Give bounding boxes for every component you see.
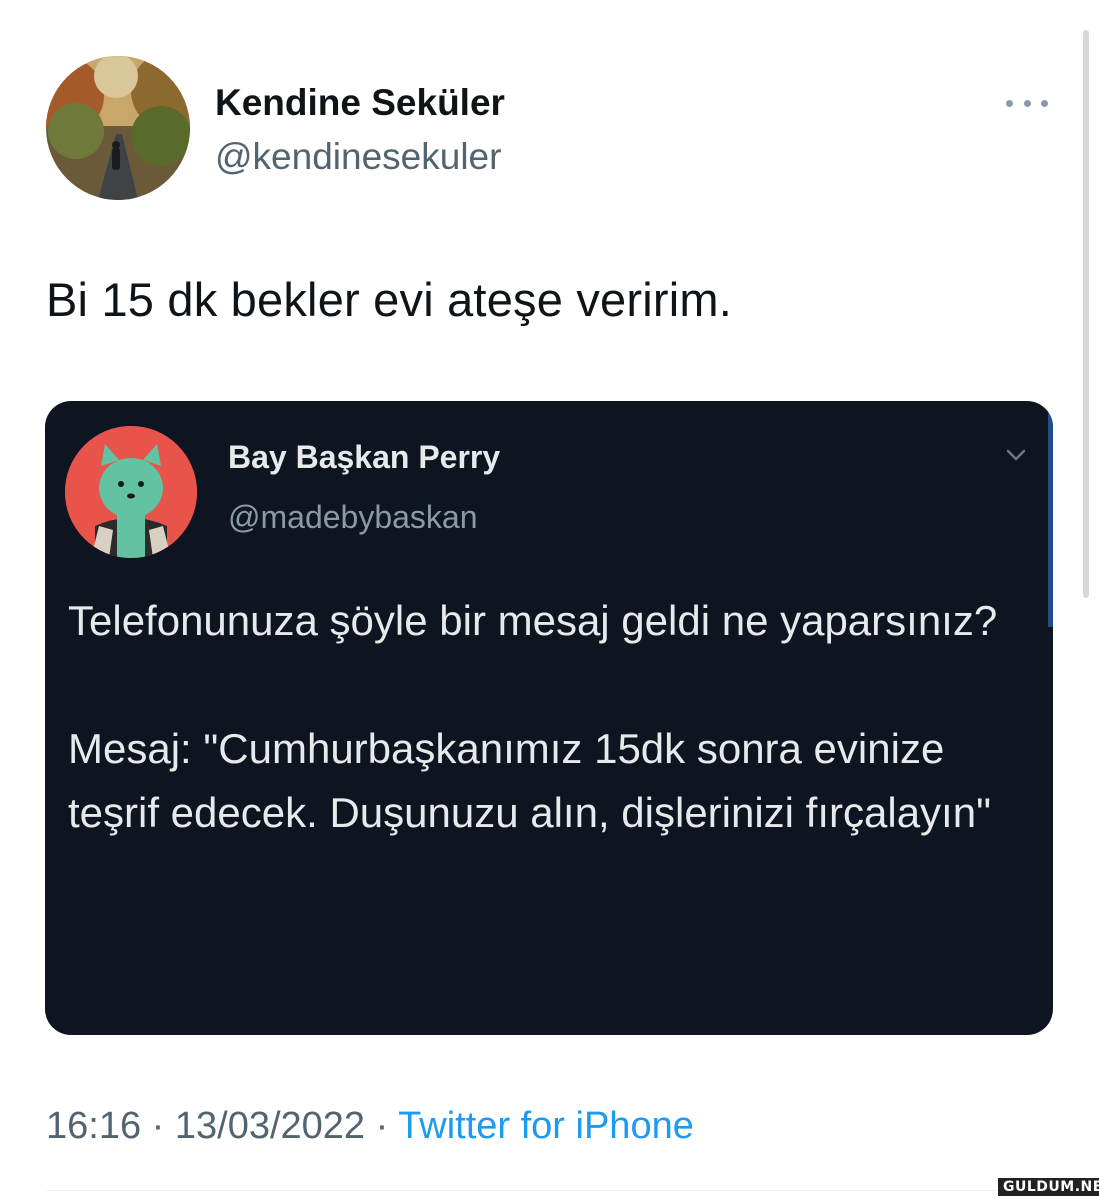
more-dot — [1041, 99, 1048, 107]
divider — [46, 1190, 1056, 1191]
tweet-date[interactable]: 13/03/2022 — [175, 1105, 365, 1147]
meta-separator: · — [151, 1105, 165, 1147]
quoted-author-display-name: Bay Başkan Perry — [228, 439, 501, 475]
tweet-source-link[interactable]: Twitter for iPhone — [398, 1105, 694, 1147]
embedded-scrollbar — [1048, 401, 1053, 627]
author-avatar-image — [46, 56, 190, 200]
embedded-tweet-image[interactable]: Bay Başkan Perry @madebybaskan Telefonun… — [45, 401, 1053, 1035]
tweet-time[interactable]: 16:16 — [46, 1105, 141, 1147]
tweet-text: Bi 15 dk bekler evi ateşe veririm. — [46, 273, 732, 326]
author-handle[interactable]: @kendinesekuler — [215, 136, 501, 178]
tweet-meta: 16:16 · 13/03/2022 · Twitter for iPhone — [46, 1105, 694, 1148]
quoted-avatar-image — [65, 426, 197, 558]
chevron-down-icon — [1006, 449, 1026, 461]
watermark: GULDUM.NET — [998, 1178, 1099, 1196]
more-dot — [1023, 99, 1031, 107]
page-scrollbar[interactable] — [1083, 30, 1089, 598]
quoted-tweet-text: Telefonunuza şöyle bir mesaj geldi ne ya… — [68, 589, 1028, 845]
quoted-author-handle: @madebybaskan — [228, 499, 478, 535]
meta-separator: · — [375, 1105, 389, 1147]
author-display-name[interactable]: Kendine Seküler — [215, 82, 505, 124]
more-dot — [1006, 99, 1013, 107]
quoted-paragraph: Telefonunuza şöyle bir mesaj geldi ne ya… — [68, 597, 998, 644]
author-avatar[interactable] — [46, 56, 190, 200]
more-options-icon[interactable] — [1004, 88, 1050, 118]
quoted-author-avatar — [65, 426, 197, 558]
quoted-paragraph: Mesaj: "Cumhurbaşkanımız 15dk sonra evin… — [68, 725, 991, 836]
